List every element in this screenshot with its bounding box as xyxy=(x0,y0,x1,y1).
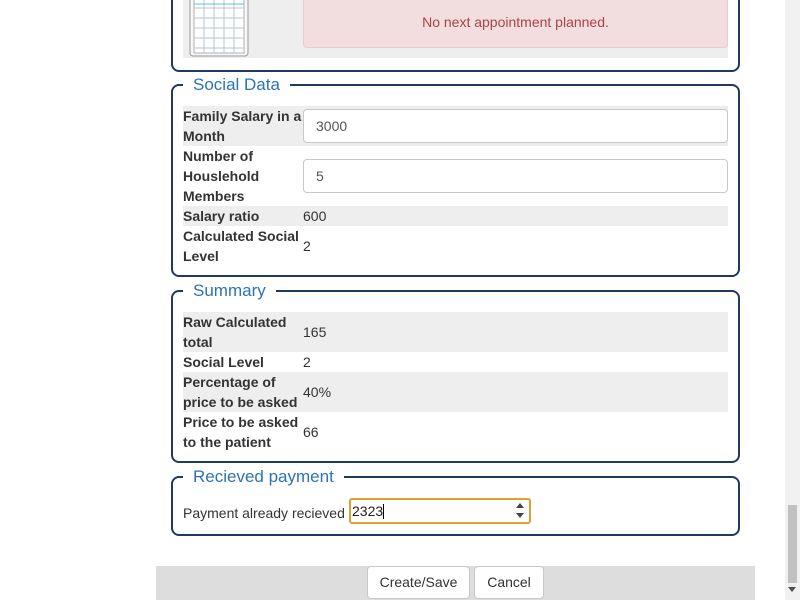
calculated-social-level-value: 2 xyxy=(303,238,311,254)
create-save-button[interactable]: Create/Save xyxy=(367,566,470,599)
spinner-up-icon xyxy=(516,503,524,508)
calendar-icon xyxy=(189,0,249,57)
payment-input[interactable]: 2323 xyxy=(349,498,531,524)
calculated-social-level-label: Calculated Social Level xyxy=(183,228,299,264)
family-salary-label: Family Salary in a Month xyxy=(183,108,302,144)
alert-text: No next appointment planned. xyxy=(422,14,609,30)
text-cursor xyxy=(383,504,384,519)
spinner-down-icon xyxy=(516,513,524,518)
percentage-value: 40% xyxy=(303,384,332,400)
scrollbar-thumb[interactable] xyxy=(788,505,797,583)
household-members-input[interactable]: 5 xyxy=(303,159,728,193)
number-spinner[interactable] xyxy=(513,501,527,521)
social-level-value: 2 xyxy=(303,354,311,370)
raw-total-value: 165 xyxy=(303,324,327,340)
raw-total-label: Raw Calculated total xyxy=(183,314,287,350)
payment-legend: Recieved payment xyxy=(183,467,344,487)
payment-section: Recieved payment Payment already recieve… xyxy=(171,467,740,536)
scroll-down-icon[interactable] xyxy=(788,587,796,592)
payment-value: 2323 xyxy=(352,503,384,519)
family-salary-input[interactable]: 3000 xyxy=(303,109,728,143)
percentage-label: Percentage of price to be asked xyxy=(183,374,298,410)
appointment-section: No next appointment planned. xyxy=(171,0,740,72)
payment-label: Payment already recieved xyxy=(183,505,345,521)
salary-ratio-label: Salary ratio xyxy=(183,208,260,224)
social-data-legend: Social Data xyxy=(183,75,290,95)
price-asked-label: Price to be asked to the patient xyxy=(183,414,299,450)
cancel-button[interactable]: Cancel xyxy=(474,566,544,599)
social-data-section: Social Data Family Salary in a Month 300… xyxy=(171,75,740,277)
price-asked-value: 66 xyxy=(303,424,319,440)
summary-section: Summary Raw Calculated total 165 Social … xyxy=(171,281,740,463)
no-appointment-alert: No next appointment planned. xyxy=(303,0,728,48)
household-members-label: Number of Houslehold Members xyxy=(183,148,260,204)
salary-ratio-value: 600 xyxy=(303,208,327,224)
summary-legend: Summary xyxy=(183,281,276,301)
social-level-label: Social Level xyxy=(183,354,264,370)
scrollbar[interactable] xyxy=(785,0,800,600)
